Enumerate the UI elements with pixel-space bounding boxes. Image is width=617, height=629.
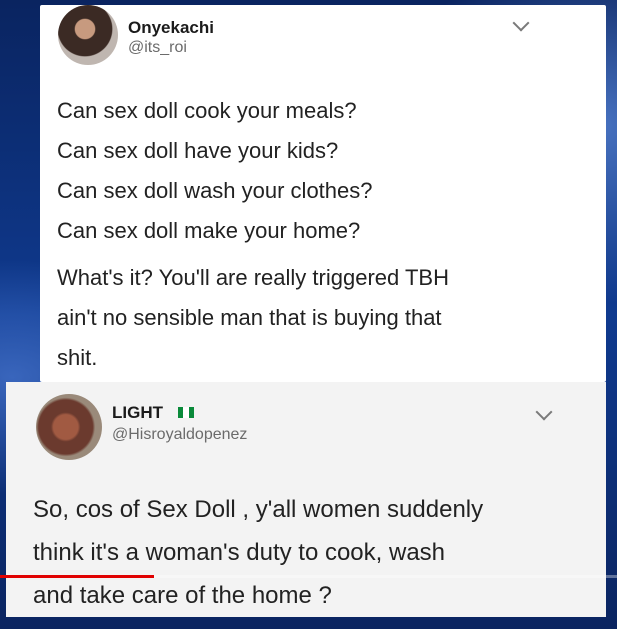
tweet-question-lines: Can sex doll cook your meals? Can sex do… [57, 91, 373, 251]
display-name[interactable]: LIGHT [112, 403, 163, 423]
tweet-line: What's it? You'll are really triggered T… [57, 265, 449, 290]
nigeria-flag-icon [178, 407, 194, 418]
tweet-line: Can sex doll have your kids? [57, 138, 339, 163]
tweet-line: Can sex doll make your home? [57, 218, 361, 243]
tweet-line: ain't no sensible man that is buying tha… [57, 305, 442, 330]
tweet-line: think it's a woman's duty to cook, wash [33, 539, 446, 566]
tweet-card-light: LIGHT @Hisroyaldopenez So, cos of Sex Do… [6, 382, 606, 617]
tweet-line: and take care of the home ? [33, 582, 332, 609]
display-name[interactable]: Onyekachi [128, 18, 214, 38]
avatar[interactable] [36, 394, 102, 460]
tweet-paragraph: What's it? You'll are really triggered T… [57, 258, 449, 378]
user-handle[interactable]: @Hisroyaldopenez [112, 426, 247, 444]
tweet-line: Can sex doll wash your clothes? [57, 178, 373, 203]
video-progress-fill [0, 575, 155, 578]
video-progress-bar[interactable] [0, 575, 617, 578]
chevron-down-icon[interactable] [535, 403, 553, 421]
user-handle[interactable]: @its_roi [128, 39, 187, 57]
tweet-line: shit. [57, 345, 98, 370]
avatar[interactable] [58, 5, 118, 65]
tweet-card-onyekachi: Onyekachi @its_roi Can sex doll cook you… [40, 5, 606, 382]
chevron-down-icon[interactable] [512, 14, 530, 32]
tweet-line: So, cos of Sex Doll , y'all women sudden… [33, 496, 484, 523]
tweet-text: So, cos of Sex Doll , y'all women sudden… [33, 488, 483, 617]
tweet-line: Can sex doll cook your meals? [57, 98, 357, 123]
